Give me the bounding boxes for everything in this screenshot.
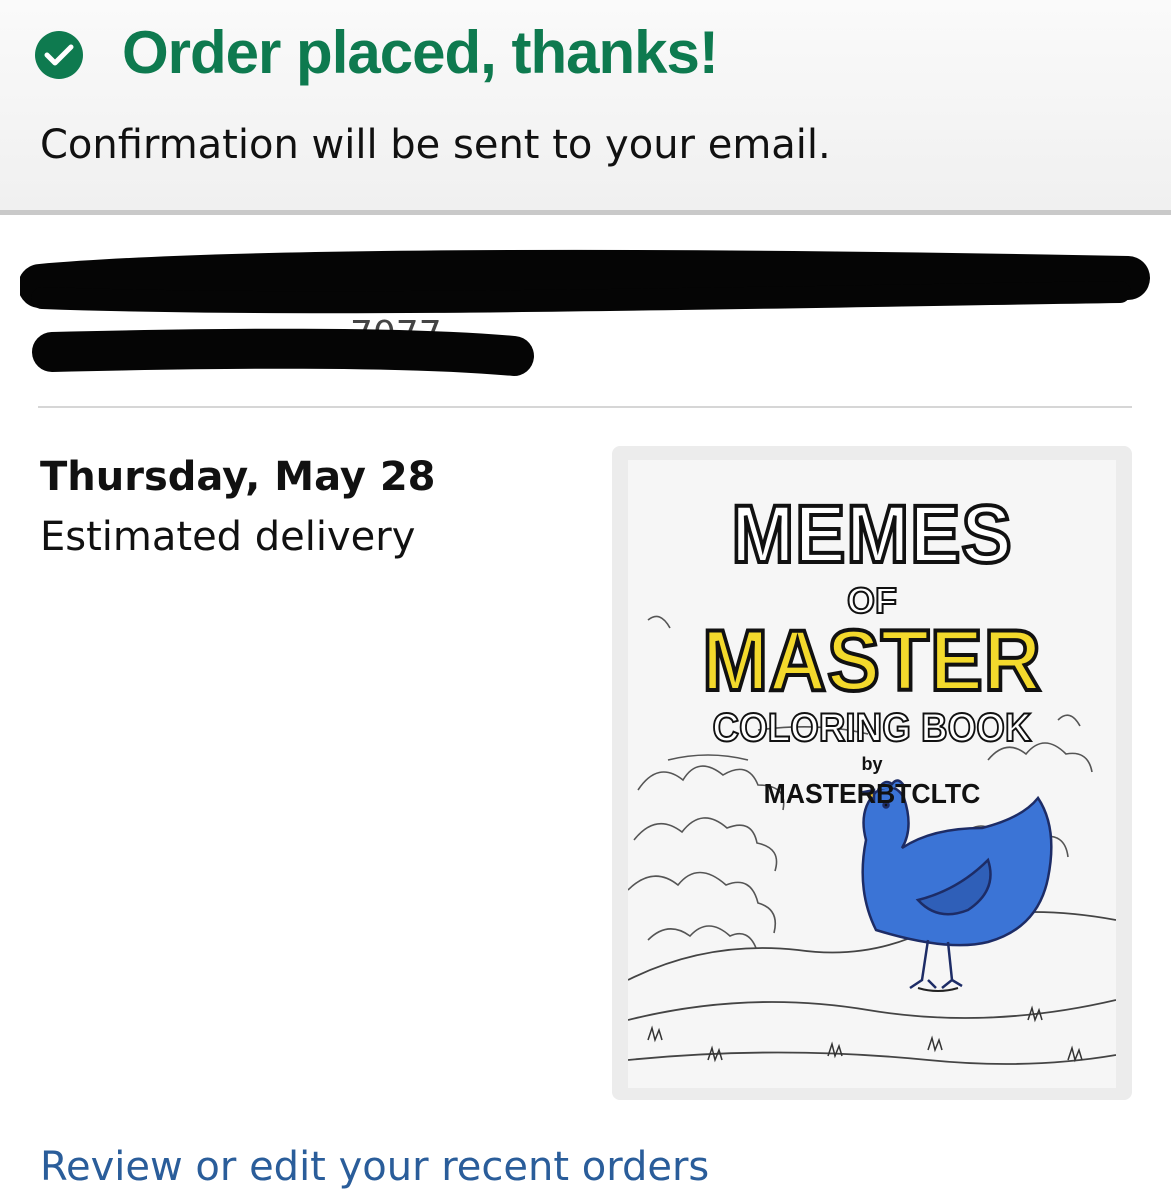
cover-title-memes: MEMES bbox=[730, 487, 1014, 582]
check-circle-icon bbox=[35, 31, 83, 79]
cover-title-master: MASTER bbox=[700, 611, 1042, 711]
cover-title-coloring-book: COLORING BOOK bbox=[712, 705, 1033, 751]
review-orders-link[interactable]: Review or edit your recent orders bbox=[40, 1144, 709, 1190]
redaction-mark bbox=[20, 249, 1150, 376]
delivery-label: Estimated delivery bbox=[40, 514, 416, 560]
header-divider bbox=[0, 210, 1171, 215]
confirmation-header: Order placed, thanks! Confirmation will … bbox=[0, 0, 1171, 212]
product-cover-image[interactable]: MEMES OF MASTER COLORING BOOK by MASTERB… bbox=[628, 460, 1116, 1088]
confirmation-message: Confirmation will be sent to your email. bbox=[40, 122, 831, 168]
section-divider bbox=[38, 406, 1132, 408]
cover-by: by bbox=[861, 754, 883, 774]
product-card[interactable]: MEMES OF MASTER COLORING BOOK by MASTERB… bbox=[612, 446, 1132, 1100]
shipping-address: 30 N # 101 Pl 7077 bbox=[20, 248, 1150, 388]
cover-author: MASTERBTCLTC bbox=[763, 778, 981, 809]
page-title: Order placed, thanks! bbox=[122, 19, 719, 86]
delivery-date: Thursday, May 28 bbox=[40, 454, 436, 500]
